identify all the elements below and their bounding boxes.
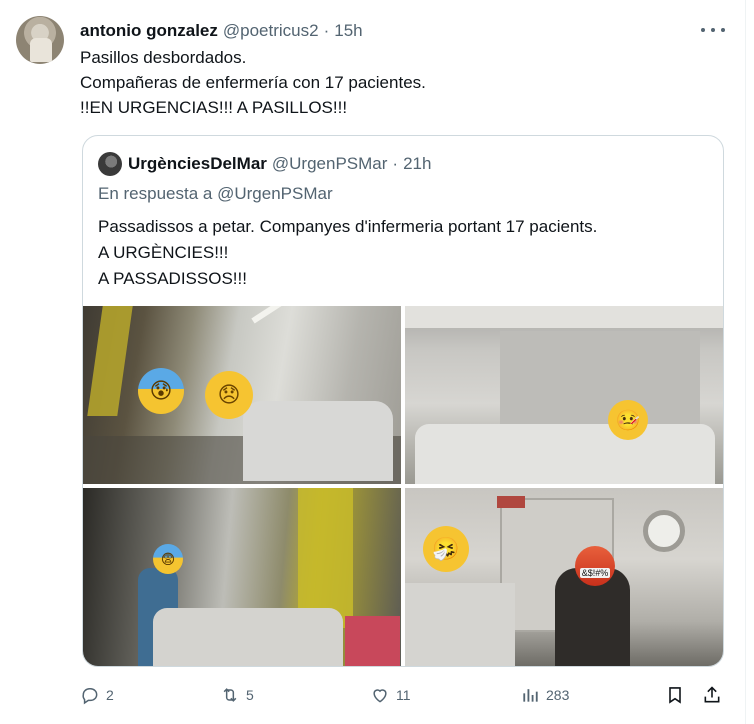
disappointed-face-emoji: 😞 bbox=[205, 371, 253, 419]
author-name[interactable]: antonio gonzalez bbox=[80, 21, 218, 41]
views-button[interactable]: 283 bbox=[520, 680, 569, 710]
hallway-photo-3[interactable]: 😨 bbox=[83, 488, 401, 666]
tweet-text: Pasillos desbordados. Compañeras de enfe… bbox=[80, 45, 426, 120]
tweet[interactable]: antonio gonzalez @poetricus2 · 15h Pasil… bbox=[0, 0, 746, 724]
symbols-text: &$!#% bbox=[579, 568, 611, 578]
reply-button[interactable]: 2 bbox=[80, 680, 114, 710]
quoted-tweet[interactable]: UrgènciesDelMar @UrgenPSMar · 21h En res… bbox=[82, 135, 724, 667]
like-button[interactable]: 11 bbox=[370, 680, 411, 710]
quoted-tweet-header: UrgènciesDelMar @UrgenPSMar · 21h bbox=[98, 152, 431, 176]
anxious-face-emoji: 😰 bbox=[138, 368, 184, 414]
tweet-line: !!EN URGENCIAS!!! A PASILLOS!!! bbox=[80, 98, 348, 117]
quoted-tweet-text: Passadissos a petar. Companyes d'inferme… bbox=[98, 214, 597, 292]
quoted-line: A URGÈNCIES!!! bbox=[98, 243, 229, 262]
reply-prefix: En respuesta a bbox=[98, 184, 213, 203]
quoted-line: A PASSADISSOS!!! bbox=[98, 269, 247, 288]
separator-dot: · bbox=[392, 154, 399, 173]
author-avatar[interactable] bbox=[16, 16, 64, 64]
face-with-symbols-on-mouth-emoji: &$!#% bbox=[575, 546, 615, 586]
tweet-header: antonio gonzalez @poetricus2 · 15h bbox=[80, 20, 363, 42]
quoted-author-avatar bbox=[98, 152, 122, 176]
quoted-tweet-time: 21h bbox=[403, 154, 432, 173]
repost-icon bbox=[223, 688, 237, 702]
repost-button[interactable]: 5 bbox=[220, 680, 254, 710]
hallway-photo-2[interactable]: 🤒 bbox=[405, 306, 723, 484]
tweet-line: Pasillos desbordados. bbox=[80, 48, 247, 67]
heart-icon bbox=[373, 689, 387, 703]
bookmark-icon bbox=[669, 687, 681, 704]
media-grid: 😰 😞 🤒 😨 🤧 &$!#% bbox=[83, 306, 723, 666]
tweet-line: Compañeras de enfermería con 17 paciente… bbox=[80, 73, 426, 92]
reply-icon bbox=[82, 688, 98, 705]
hallway-photo-1[interactable]: 😰 😞 bbox=[83, 306, 401, 484]
bookmark-button[interactable] bbox=[665, 680, 691, 710]
reply-mention: @UrgenPSMar bbox=[217, 184, 333, 203]
reply-context: En respuesta a @UrgenPSMar bbox=[98, 184, 333, 204]
share-button[interactable] bbox=[702, 680, 728, 710]
action-bar: 2 5 11 283 bbox=[80, 680, 730, 710]
more-dots-icon[interactable] bbox=[701, 20, 725, 40]
views-count: 283 bbox=[546, 687, 570, 703]
like-count: 11 bbox=[396, 687, 411, 703]
repost-count: 5 bbox=[246, 687, 254, 703]
author-handle[interactable]: @poetricus2 bbox=[223, 21, 319, 41]
share-icon bbox=[704, 686, 720, 703]
views-chart-icon bbox=[523, 689, 538, 702]
reply-count: 2 bbox=[106, 687, 114, 703]
quoted-line: Passadissos a petar. Companyes d'inferme… bbox=[98, 217, 598, 236]
face-with-thermometer-emoji: 🤒 bbox=[608, 400, 648, 440]
tweet-time[interactable]: 15h bbox=[334, 21, 362, 41]
fearful-face-emoji: 😨 bbox=[153, 544, 183, 574]
separator-dot: · bbox=[323, 21, 330, 40]
sneezing-face-emoji: 🤧 bbox=[423, 526, 469, 572]
hallway-photo-4[interactable]: 🤧 &$!#% bbox=[405, 488, 723, 666]
quoted-author-handle: @UrgenPSMar bbox=[271, 154, 388, 173]
quoted-author-name: UrgènciesDelMar bbox=[128, 154, 267, 173]
